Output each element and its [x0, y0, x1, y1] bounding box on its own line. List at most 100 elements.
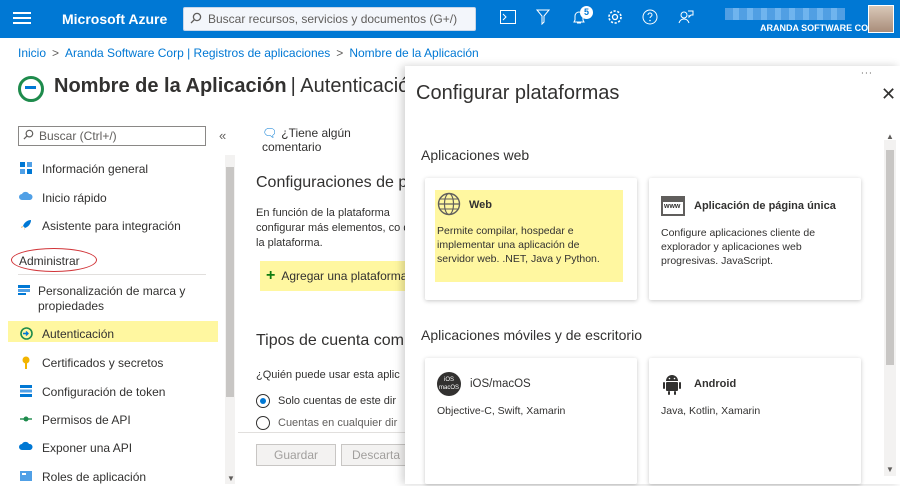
plus-icon: + [266, 267, 276, 284]
add-platform-button[interactable]: + Agregar una plataforma [260, 261, 410, 291]
menu-icon[interactable] [12, 9, 32, 29]
brand-label[interactable]: Microsoft Azure [62, 11, 167, 27]
apple-ios-icon: iOS macOS [437, 372, 461, 396]
sidebar-item-integration-assistant[interactable]: Asistente para integración [18, 219, 181, 233]
sidebar-item-label: Roles de aplicación [42, 470, 147, 484]
search-icon [23, 129, 39, 143]
roles-icon [18, 470, 34, 484]
card-description: Permite compilar, hospedar e implementar… [437, 225, 600, 265]
auth-icon [18, 327, 34, 341]
close-icon[interactable]: ✕ [881, 84, 896, 105]
platform-config-description: En función de la plataforma configurar m… [256, 207, 410, 249]
sidebar-item-label: Certificados y secretos [42, 356, 164, 370]
branding-icon [18, 284, 30, 298]
web-apps-section-header: Aplicaciones web [421, 147, 530, 163]
cloud-shell-icon[interactable] [498, 9, 518, 29]
card-description: Objective-C, Swift, Xamarin [437, 405, 566, 417]
api-permissions-icon [18, 413, 34, 427]
breadcrumb-app-registrations[interactable]: Aranda Software Corp | Registros de apli… [65, 46, 330, 60]
configure-platforms-panel: ˙˙˙ Configurar plataformas ✕ Aplicacione… [405, 66, 900, 484]
scroll-down-arrow[interactable]: ▼ [886, 465, 894, 474]
ios-icon-text: iOS macOS [438, 377, 459, 391]
avatar[interactable] [868, 5, 894, 33]
scroll-up-arrow[interactable]: ▲ [886, 132, 894, 141]
sidebar-search-placeholder: Buscar (Ctrl+/) [39, 129, 117, 143]
page-title-main: Nombre de la Aplicación [54, 74, 287, 97]
radio-single-tenant-label: Solo cuentas de este dir [278, 395, 397, 407]
sidebar-item-label: Autenticación [42, 327, 115, 341]
sidebar-item-authentication[interactable]: Autenticación [18, 327, 114, 341]
platform-card-ios[interactable]: iOS macOS iOS/macOS Objective-C, Swift, … [425, 358, 637, 484]
sidebar-item-api-permissions[interactable]: Permisos de API [18, 413, 131, 427]
sidebar-item-certificates[interactable]: Certificados y secretos [18, 356, 163, 370]
sidebar-item-quickstart[interactable]: Inicio rápido [18, 191, 107, 205]
sidebar-item-token-config[interactable]: Configuración de token [18, 385, 165, 399]
collapse-sidebar-button[interactable]: « [219, 128, 226, 143]
card-description: Java, Kotlin, Xamarin [661, 405, 761, 417]
platform-card-spa[interactable]: www Aplicación de página única Configure… [649, 178, 861, 300]
breadcrumb-app-name[interactable]: Nombre de la Aplicación [349, 46, 478, 60]
sidebar-item-label: Personalización de marca y propiedades [38, 284, 186, 313]
top-bar: Microsoft Azure Buscar recursos, servici… [0, 0, 900, 38]
sidebar-search-input[interactable]: Buscar (Ctrl+/) [18, 126, 206, 146]
platform-config-heading: Configuraciones de p [256, 174, 408, 191]
sidebar-item-label: Inicio rápido [42, 191, 107, 205]
account-types-heading: Tipos de cuenta com [256, 332, 404, 349]
scrollbar-thumb[interactable] [226, 167, 234, 397]
card-title: iOS/macOS [470, 378, 531, 390]
sidebar-item-label: Exponer una API [42, 441, 133, 455]
platform-card-android[interactable]: Android Java, Kotlin, Xamarin [649, 358, 861, 484]
help-icon[interactable] [640, 9, 660, 29]
sidebar-scrollbar[interactable] [225, 155, 235, 484]
sidebar-section-header: Administrar [19, 254, 80, 268]
sidebar-item-label: Configuración de token [42, 385, 166, 399]
rocket-icon [18, 219, 34, 233]
notification-badge: 5 [580, 6, 593, 19]
directory-filter-icon[interactable] [533, 9, 553, 29]
breadcrumb-home[interactable]: Inicio [18, 46, 46, 60]
feedback-icon[interactable] [676, 9, 696, 29]
global-search-input[interactable]: Buscar recursos, servicios y documentos … [183, 7, 476, 31]
card-title: Android [694, 378, 737, 390]
grid-icon [18, 162, 34, 176]
divider [18, 274, 206, 275]
global-search-placeholder: Buscar recursos, servicios y documentos … [208, 12, 458, 26]
search-icon [190, 12, 208, 27]
authentication-icon [18, 76, 44, 102]
www-icon: www [661, 196, 685, 216]
sidebar-item-overview[interactable]: Información general [18, 162, 148, 176]
add-platform-label: Agregar una plataforma [281, 269, 408, 283]
cloud-api-icon [18, 441, 34, 455]
globe-icon [437, 192, 461, 216]
cloud-icon [18, 191, 34, 205]
radio-multi-tenant[interactable] [256, 416, 270, 430]
key-icon [18, 356, 34, 370]
sidebar-item-label: Asistente para integración [42, 219, 181, 233]
panel-title: Configurar plataformas [416, 82, 620, 104]
more-options-icon[interactable]: ˙˙˙ [861, 70, 873, 84]
radio-single-tenant[interactable] [256, 394, 270, 408]
feedback-link[interactable]: 🗨 ¿Tiene algún comentario [262, 126, 410, 154]
panel-scrollbar[interactable] [884, 140, 896, 476]
settings-gear-icon[interactable] [605, 9, 625, 29]
radio-multi-tenant-label: Cuentas en cualquier dir [278, 417, 398, 429]
page-title: Nombre de la Aplicación | Autenticación [18, 70, 420, 102]
save-button[interactable]: Guardar [256, 444, 336, 466]
breadcrumb: Inicio > Aranda Software Corp | Registros … [18, 46, 479, 60]
discard-button[interactable]: Descarta [341, 444, 411, 466]
account-org-label[interactable]: ARANDA SOFTWARE CORP [760, 23, 881, 33]
account-email-redacted[interactable] [725, 8, 845, 20]
android-icon [663, 373, 681, 395]
account-types-question: ¿Quién puede usar esta aplic [256, 369, 400, 381]
token-icon [18, 385, 34, 399]
platform-card-web[interactable]: Web Permite compilar, hospedar e impleme… [425, 178, 637, 300]
sidebar-item-label: Información general [42, 162, 149, 176]
scrollbar-thumb[interactable] [886, 150, 894, 365]
sidebar-item-branding[interactable]: Personalización de marca y propiedades [18, 284, 198, 314]
scroll-down-arrow[interactable]: ▼ [227, 474, 235, 483]
sidebar-item-expose-api[interactable]: Exponer una API [18, 441, 132, 455]
sidebar-item-app-roles[interactable]: Roles de aplicación [18, 470, 146, 484]
authentication-content: 🗨 ¿Tiene algún comentario Configuraciones… [240, 118, 410, 484]
feedback-icon: 🗨 [262, 126, 278, 140]
mobile-apps-section-header: Aplicaciones móviles y de escritorio [421, 327, 642, 343]
